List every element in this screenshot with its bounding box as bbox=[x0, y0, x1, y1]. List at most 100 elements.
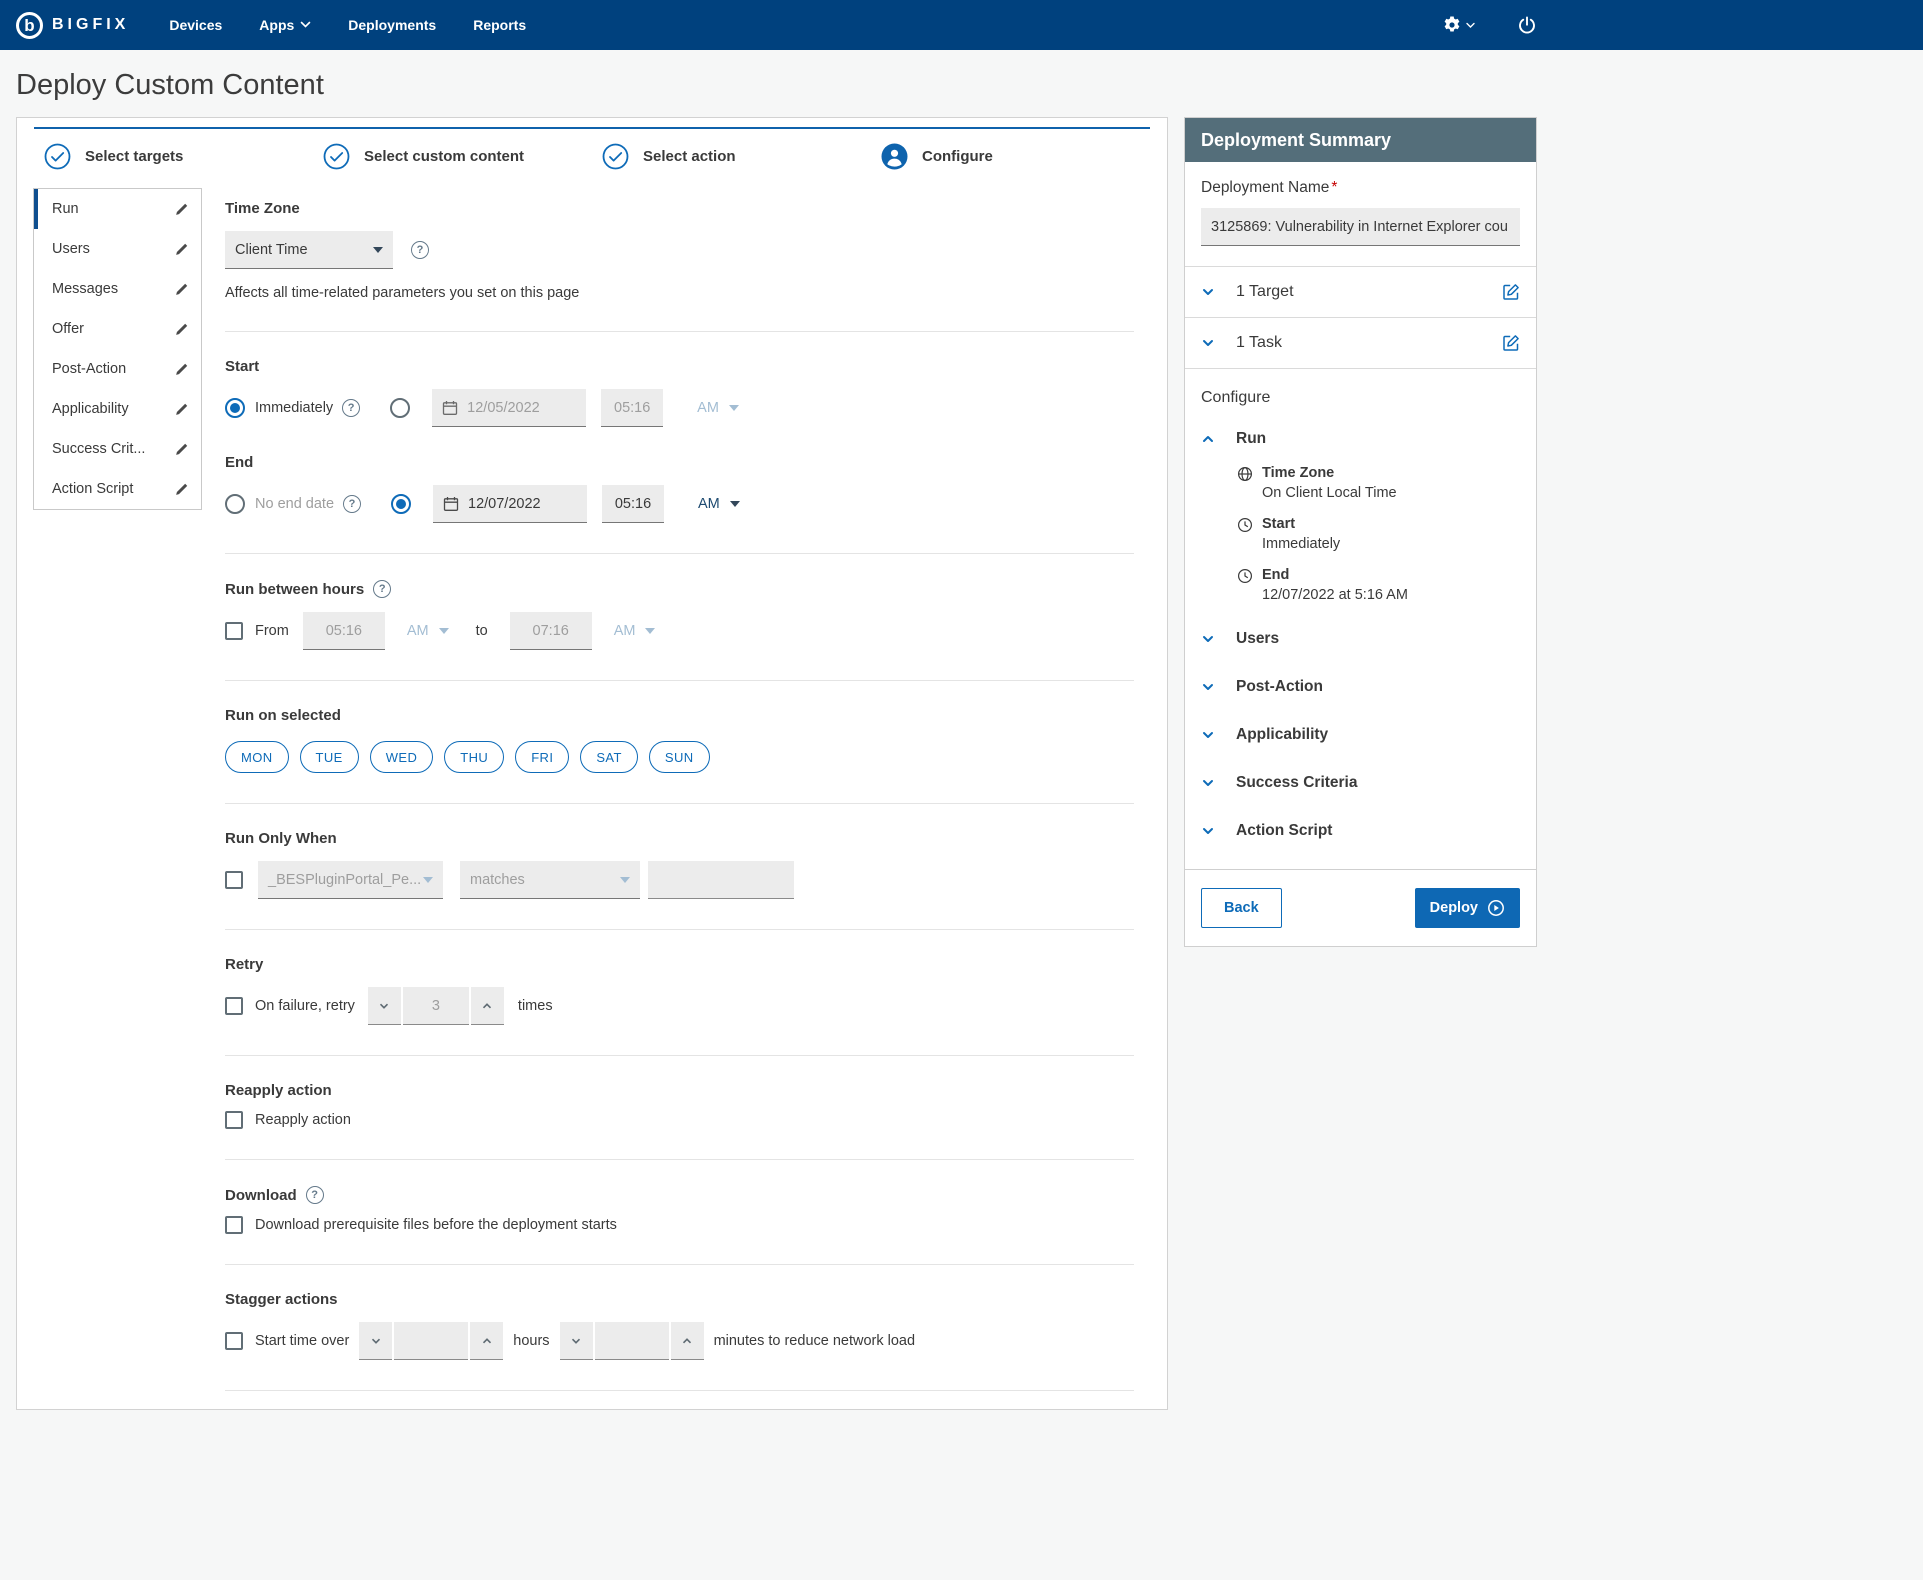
start-ampm-select[interactable]: AM bbox=[697, 400, 739, 416]
summary-section-run[interactable]: Run bbox=[1185, 415, 1536, 463]
decrement-button[interactable] bbox=[359, 1322, 392, 1360]
from-time-field[interactable]: 05:16 bbox=[303, 612, 385, 650]
end-time-field[interactable]: 05:16 bbox=[602, 485, 664, 523]
start-time-field[interactable]: 05:16 bbox=[601, 389, 663, 427]
day-pill-thu[interactable]: THU bbox=[444, 741, 504, 773]
step-label: Select targets bbox=[85, 148, 183, 165]
nav-item-deployments[interactable]: Deployments bbox=[348, 17, 436, 33]
increment-button[interactable] bbox=[471, 987, 504, 1025]
pencil-icon[interactable] bbox=[174, 442, 189, 457]
start-on-date-radio[interactable] bbox=[390, 398, 410, 418]
edit-task-button[interactable] bbox=[1502, 334, 1520, 352]
summary-section-success-criteria[interactable]: Success Criteria bbox=[1185, 759, 1536, 807]
increment-button[interactable] bbox=[671, 1322, 704, 1360]
to-time-field[interactable]: 07:16 bbox=[510, 612, 592, 650]
help-icon[interactable]: ? bbox=[306, 1186, 324, 1204]
step-select-custom-content[interactable]: Select custom content bbox=[313, 143, 592, 170]
stagger-checkbox[interactable] bbox=[225, 1332, 243, 1350]
start-date-field[interactable]: 12/05/2022 bbox=[432, 389, 586, 427]
property-select[interactable]: _BESPluginPortal_Pe... bbox=[258, 861, 443, 899]
start-immediately-radio[interactable] bbox=[225, 398, 245, 418]
tab-post-action[interactable]: Post-Action bbox=[34, 349, 201, 389]
start-time-value: 05:16 bbox=[614, 400, 650, 416]
pencil-icon[interactable] bbox=[174, 202, 189, 217]
stagger-minutes-value[interactable] bbox=[595, 1322, 669, 1360]
tab-success-criteria[interactable]: Success Crit... bbox=[34, 429, 201, 469]
edit-icon bbox=[1502, 334, 1520, 352]
operator-value: matches bbox=[470, 872, 525, 888]
chevron-down-icon bbox=[373, 247, 383, 253]
tab-run[interactable]: Run bbox=[34, 189, 201, 229]
end-date-field[interactable]: 12/07/2022 bbox=[433, 485, 587, 523]
nav-item-devices[interactable]: Devices bbox=[169, 17, 222, 33]
retry-checkbox[interactable] bbox=[225, 997, 243, 1015]
help-icon[interactable]: ? bbox=[343, 495, 361, 513]
tab-messages[interactable]: Messages bbox=[34, 269, 201, 309]
decrement-button[interactable] bbox=[368, 987, 401, 1025]
from-label: From bbox=[255, 623, 289, 639]
back-button[interactable]: Back bbox=[1201, 888, 1282, 928]
reapply-checkbox[interactable] bbox=[225, 1111, 243, 1129]
day-pill-fri[interactable]: FRI bbox=[515, 741, 569, 773]
summary-target-row[interactable]: 1 Target bbox=[1185, 266, 1536, 317]
calendar-icon bbox=[443, 496, 459, 512]
to-ampm-select[interactable]: AM bbox=[614, 623, 656, 639]
no-end-date-radio[interactable] bbox=[225, 494, 245, 514]
pencil-icon[interactable] bbox=[174, 482, 189, 497]
help-icon[interactable]: ? bbox=[373, 580, 391, 598]
logout-button[interactable] bbox=[1517, 15, 1537, 35]
day-pill-sun[interactable]: SUN bbox=[649, 741, 710, 773]
summary-task-row[interactable]: 1 Task bbox=[1185, 317, 1536, 368]
day-pill-wed[interactable]: WED bbox=[370, 741, 434, 773]
pencil-icon[interactable] bbox=[174, 362, 189, 377]
summary-section-post-action[interactable]: Post-Action bbox=[1185, 663, 1536, 711]
from-ampm-select[interactable]: AM bbox=[407, 623, 449, 639]
bigfix-brand[interactable]: b BIGFIX bbox=[16, 12, 129, 39]
relevance-value-input[interactable] bbox=[648, 861, 794, 899]
retry-count-value[interactable]: 3 bbox=[403, 987, 469, 1025]
step-select-action[interactable]: Select action bbox=[592, 143, 871, 170]
day-pill-sat[interactable]: SAT bbox=[580, 741, 638, 773]
end-ampm-select[interactable]: AM bbox=[698, 496, 740, 512]
download-checkbox[interactable] bbox=[225, 1216, 243, 1234]
tab-label: Success Crit... bbox=[52, 441, 145, 457]
end-on-date-radio[interactable] bbox=[391, 494, 411, 514]
increment-button[interactable] bbox=[470, 1322, 503, 1360]
run-between-checkbox[interactable] bbox=[225, 622, 243, 640]
day-pill-tue[interactable]: TUE bbox=[300, 741, 359, 773]
pencil-icon[interactable] bbox=[174, 242, 189, 257]
summary-section-users[interactable]: Users bbox=[1185, 615, 1536, 663]
help-icon[interactable]: ? bbox=[411, 241, 429, 259]
nav-item-reports[interactable]: Reports bbox=[473, 17, 526, 33]
person-circle-icon bbox=[881, 143, 908, 170]
step-label: Select action bbox=[643, 148, 736, 165]
operator-select[interactable]: matches bbox=[460, 861, 640, 899]
day-pill-mon[interactable]: MON bbox=[225, 741, 289, 773]
deployment-name-block: Deployment Name* bbox=[1185, 162, 1536, 266]
pencil-icon[interactable] bbox=[174, 402, 189, 417]
run-only-when-checkbox[interactable] bbox=[225, 871, 243, 889]
pencil-icon[interactable] bbox=[174, 282, 189, 297]
decrement-button[interactable] bbox=[560, 1322, 593, 1360]
summary-section-applicability[interactable]: Applicability bbox=[1185, 711, 1536, 759]
stagger-hours-value[interactable] bbox=[394, 1322, 468, 1360]
tab-action-script[interactable]: Action Script bbox=[34, 469, 201, 509]
step-configure[interactable]: Configure bbox=[871, 143, 1150, 170]
pencil-icon[interactable] bbox=[174, 322, 189, 337]
edit-target-button[interactable] bbox=[1502, 283, 1520, 301]
tab-applicability[interactable]: Applicability bbox=[34, 389, 201, 429]
calendar-icon bbox=[442, 400, 458, 416]
deploy-button[interactable]: Deploy bbox=[1415, 888, 1520, 928]
step-select-targets[interactable]: Select targets bbox=[34, 143, 313, 170]
settings-menu-button[interactable] bbox=[1442, 15, 1475, 35]
time-zone-select[interactable]: Client Time bbox=[225, 231, 393, 269]
summary-section-action-script[interactable]: Action Script bbox=[1185, 807, 1536, 855]
deployment-summary-panel: Deployment Summary Deployment Name* 1 Ta… bbox=[1184, 117, 1537, 947]
tab-users[interactable]: Users bbox=[34, 229, 201, 269]
section-label: Success Criteria bbox=[1236, 774, 1358, 792]
nav-item-label: Apps bbox=[259, 17, 294, 33]
nav-item-apps[interactable]: Apps bbox=[259, 17, 311, 33]
tab-offer[interactable]: Offer bbox=[34, 309, 201, 349]
help-icon[interactable]: ? bbox=[342, 399, 360, 417]
deployment-name-input[interactable] bbox=[1201, 208, 1520, 246]
